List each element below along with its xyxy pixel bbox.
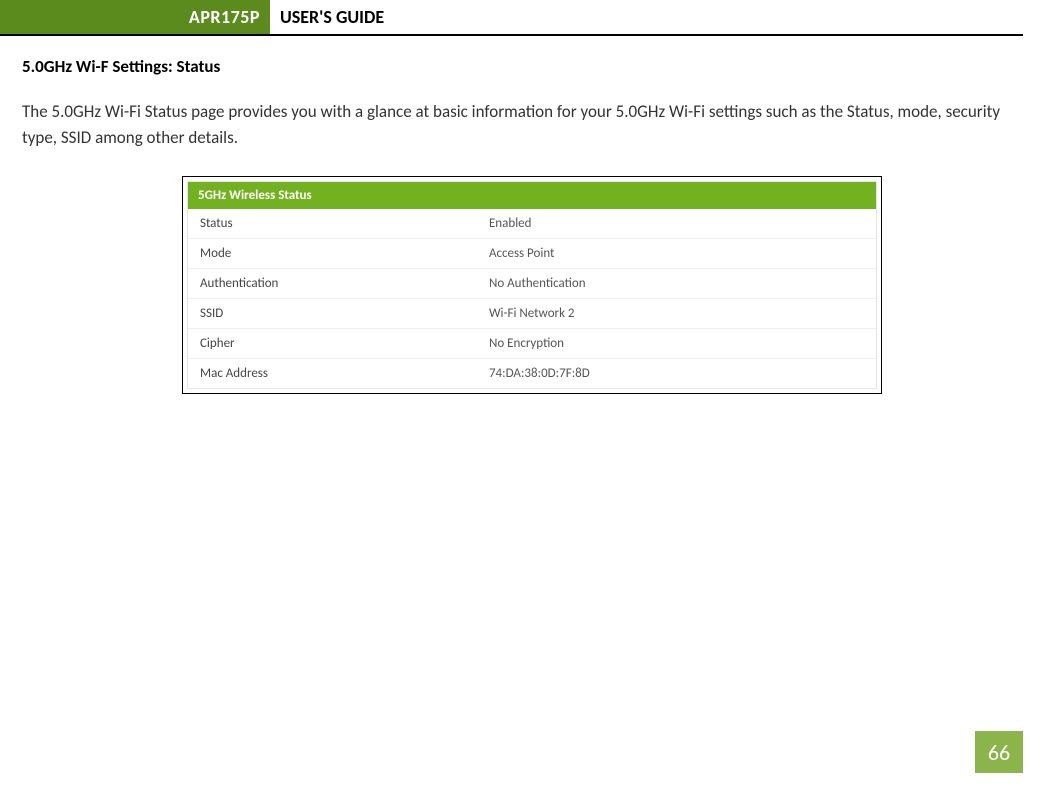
- page-number: 66: [975, 731, 1023, 773]
- status-table: Status Enabled Mode Access Point Authent…: [188, 209, 876, 388]
- row-label: SSID: [188, 298, 477, 328]
- panel-title: 5GHz Wireless Status: [188, 182, 876, 209]
- row-value: Wi-Fi Network 2: [477, 298, 876, 328]
- table-row: Cipher No Encryption: [188, 328, 876, 358]
- row-label: Authentication: [188, 268, 477, 298]
- row-value: Access Point: [477, 238, 876, 268]
- row-label: Status: [188, 209, 477, 239]
- row-label: Mode: [188, 238, 477, 268]
- row-label: Cipher: [188, 328, 477, 358]
- row-label: Mac Address: [188, 358, 477, 388]
- section-paragraph: The 5.0GHz Wi-Fi Status page provides yo…: [22, 99, 1012, 152]
- product-badge: APR175P: [0, 0, 270, 34]
- row-value: No Authentication: [477, 268, 876, 298]
- table-row: Authentication No Authentication: [188, 268, 876, 298]
- row-value: 74:DA:38:0D:7F:8D: [477, 358, 876, 388]
- header-bar: APR175P USER'S GUIDE: [0, 0, 1023, 36]
- status-panel-inner: 5GHz Wireless Status Status Enabled Mode…: [187, 181, 877, 389]
- row-value: Enabled: [477, 209, 876, 239]
- page-content: 5.0GHz Wi-F Settings: Status The 5.0GHz …: [0, 36, 1041, 394]
- table-row: Mode Access Point: [188, 238, 876, 268]
- row-value: No Encryption: [477, 328, 876, 358]
- table-row: Mac Address 74:DA:38:0D:7F:8D: [188, 358, 876, 388]
- table-row: SSID Wi-Fi Network 2: [188, 298, 876, 328]
- status-panel: 5GHz Wireless Status Status Enabled Mode…: [182, 176, 882, 394]
- section-heading: 5.0GHz Wi-F Settings: Status: [22, 56, 1019, 77]
- doc-title: USER'S GUIDE: [270, 0, 394, 34]
- table-row: Status Enabled: [188, 209, 876, 239]
